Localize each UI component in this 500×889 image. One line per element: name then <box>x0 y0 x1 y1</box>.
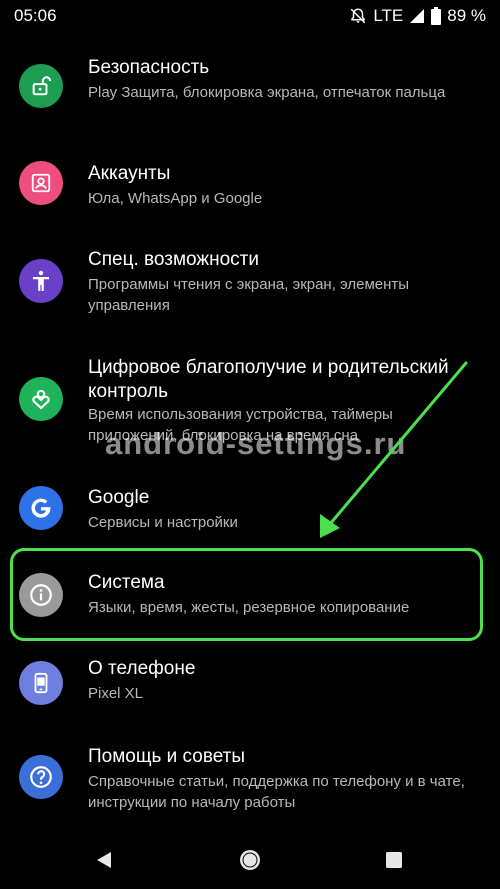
recents-icon[interactable] <box>378 844 410 876</box>
highlight-box <box>10 548 483 641</box>
back-icon[interactable] <box>88 844 120 876</box>
signal-icon <box>409 8 425 24</box>
item-subtitle: Юла, WhatsApp и Google <box>88 190 263 207</box>
item-subtitle: Сервисы и настройки <box>88 514 238 531</box>
dnd-off-icon <box>349 7 367 25</box>
help-icon <box>19 755 63 799</box>
item-title: Google <box>88 487 150 508</box>
settings-item-about-phone[interactable]: О телефоне Pixel XL <box>0 645 500 725</box>
status-bar: 05:06 LTE 89 % <box>0 0 500 32</box>
item-title: Аккаунты <box>88 163 171 184</box>
settings-item-google[interactable]: Google Сервисы и настройки <box>0 470 500 545</box>
status-time: 05:06 <box>14 6 57 25</box>
account-box-icon <box>19 161 63 205</box>
battery-level: 89 % <box>447 6 486 25</box>
lock-open-icon <box>19 64 63 108</box>
status-icons: LTE 89 % <box>349 6 486 26</box>
item-subtitle: Программы чтения с экрана, экран, элемен… <box>88 276 410 314</box>
item-title: Цифровое благополучие и родительский кон… <box>88 357 449 402</box>
item-title: Помощь и советы <box>88 746 246 767</box>
settings-item-help[interactable]: Помощь и советы Справочные статьи, подде… <box>0 735 500 820</box>
wellbeing-heart-icon <box>19 377 63 421</box>
item-subtitle: Play Защита, блокировка экрана, отпечато… <box>88 84 446 101</box>
home-icon[interactable] <box>234 844 266 876</box>
item-subtitle: Справочные статьи, поддержка по телефону… <box>88 773 465 811</box>
settings-item-accessibility[interactable]: Спец. возможности Программы чтения с экр… <box>0 235 500 330</box>
battery-icon <box>431 7 442 25</box>
phone-icon <box>19 661 63 705</box>
google-g-icon <box>19 486 63 530</box>
item-subtitle: Pixel XL <box>88 685 144 702</box>
navigation-bar <box>0 830 500 889</box>
accessibility-icon <box>19 259 63 303</box>
watermark: android-settings.ru <box>105 426 407 461</box>
item-title: Безопасность <box>88 57 210 78</box>
item-title: Спец. возможности <box>88 249 259 270</box>
network-type: LTE <box>373 6 404 25</box>
settings-item-security[interactable]: Безопасность Play Защита, блокировка экр… <box>0 40 500 135</box>
settings-item-accounts[interactable]: Аккаунты Юла, WhatsApp и Google <box>0 145 500 225</box>
item-title: О телефоне <box>88 658 196 679</box>
